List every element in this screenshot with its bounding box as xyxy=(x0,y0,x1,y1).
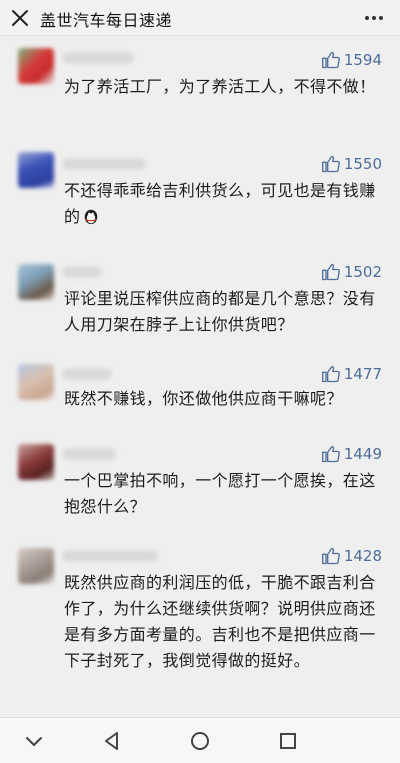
close-icon[interactable] xyxy=(8,6,32,30)
avatar[interactable] xyxy=(18,48,54,84)
like-count: 1428 xyxy=(343,547,382,565)
qq-penguin-emoji xyxy=(85,209,98,225)
thumbs-up-icon xyxy=(321,51,340,69)
like-count: 1550 xyxy=(343,155,382,173)
comment-text: 评论里说压榨供应商的都是几个意思？没有人用刀架在脖子上让你供货吧？ xyxy=(64,289,376,334)
username[interactable] xyxy=(62,158,146,170)
recent-square-icon[interactable] xyxy=(276,729,300,753)
top-bar: 盖世汽车每日速递 xyxy=(0,0,400,36)
like-button[interactable]: 1449 xyxy=(321,444,382,464)
username[interactable] xyxy=(62,448,116,460)
avatar[interactable] xyxy=(18,548,54,584)
back-triangle-icon[interactable] xyxy=(100,729,124,753)
thumbs-up-icon xyxy=(321,155,340,173)
like-button[interactable]: 1594 xyxy=(321,50,382,70)
thumbs-up-icon xyxy=(321,365,340,383)
like-button[interactable]: 1502 xyxy=(321,262,382,282)
like-count: 1477 xyxy=(343,365,382,383)
comment-text: 一个巴掌拍不响，一个愿打一个愿挨，在这抱怨什么？ xyxy=(64,471,376,516)
avatar[interactable] xyxy=(18,152,54,188)
like-button[interactable]: 1477 xyxy=(321,364,382,384)
comment-text: 既然不赚钱，你还做他供应商干嘛呢？ xyxy=(64,389,343,408)
like-button[interactable]: 1428 xyxy=(321,546,382,566)
thumbs-up-icon xyxy=(321,263,340,281)
more-icon[interactable] xyxy=(362,6,386,30)
home-circle-icon[interactable] xyxy=(188,729,212,753)
avatar[interactable] xyxy=(18,364,54,400)
like-count: 1594 xyxy=(343,51,382,69)
username[interactable] xyxy=(62,52,134,64)
username[interactable] xyxy=(62,368,112,380)
system-nav-bar xyxy=(0,717,400,763)
avatar[interactable] xyxy=(18,444,54,480)
like-button[interactable]: 1550 xyxy=(321,154,382,174)
thumbs-up-icon xyxy=(321,547,340,565)
chevron-down-icon[interactable] xyxy=(22,729,46,753)
username[interactable] xyxy=(62,550,158,562)
avatar[interactable] xyxy=(18,264,54,300)
comment-text: 既然供应商的利润压的低，干脆不跟吉利合作了，为什么还继续供货啊？说明供应商还是有… xyxy=(64,573,376,670)
comment-text: 不还得乖乖给吉利供货么，可见也是有钱赚的 xyxy=(64,178,380,230)
like-count: 1502 xyxy=(343,263,382,281)
thumbs-up-icon xyxy=(321,445,340,463)
page-title: 盖世汽车每日速递 xyxy=(40,11,173,30)
comment-list: 1594 为了养活工厂，为了养活工人，不得不做！ 1550 不还得乖乖给吉利供货… xyxy=(0,36,400,716)
comment-text-body: 不还得乖乖给吉利供货么，可见也是有钱赚的 xyxy=(64,181,376,226)
comment-text: 为了养活工厂，为了养活工人，不得不做！ xyxy=(64,77,376,96)
username[interactable] xyxy=(62,266,102,278)
like-count: 1449 xyxy=(343,445,382,463)
